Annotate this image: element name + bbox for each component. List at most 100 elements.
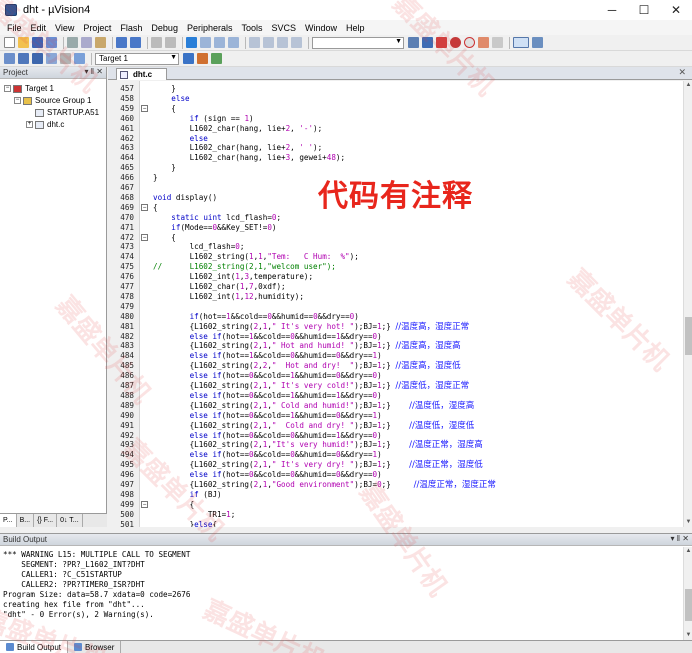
kill-breakpoints-icon[interactable] — [478, 37, 489, 48]
code-line[interactable]: 491 {L1602_string(2,1," Cold and dry! ")… — [108, 421, 678, 431]
code-line[interactable]: 458 else — [108, 94, 678, 104]
code-line[interactable]: 479 — [108, 302, 678, 312]
download-icon[interactable] — [74, 53, 85, 64]
manage-components-icon[interactable] — [211, 53, 222, 64]
menu-window[interactable]: Window — [305, 23, 337, 33]
search-icon[interactable] — [422, 37, 433, 48]
tree-expander-icon[interactable]: − — [4, 85, 11, 92]
uncomment-icon[interactable] — [291, 37, 302, 48]
code-line[interactable]: 488 else if(hot==0&&cold==1&&humid==1&&d… — [108, 391, 678, 401]
bookmark-icon[interactable] — [186, 37, 197, 48]
code-line[interactable]: 475 // L1602_string(2,1,"welcom user"); — [108, 262, 678, 272]
menu-view[interactable]: View — [55, 23, 74, 33]
code-line[interactable]: 459− { — [108, 104, 678, 114]
save-icon[interactable] — [32, 37, 43, 48]
code-line[interactable]: 489 {L1602_string(2,1," Cold and humid!"… — [108, 401, 678, 411]
scroll-down-icon[interactable]: ▼ — [684, 518, 692, 527]
tree-item-dht-c[interactable]: + dht.c — [26, 120, 64, 129]
panel-window-buttons[interactable]: ▾ ‖ ✕ — [671, 534, 689, 543]
target-select[interactable]: Target 1 ▼ — [95, 52, 179, 65]
minimize-button[interactable]: ─ — [596, 0, 628, 20]
code-line[interactable]: 460 if (sign == 1) — [108, 114, 678, 124]
scrollbar-thumb[interactable] — [685, 317, 692, 355]
undo-icon[interactable] — [116, 37, 127, 48]
copy-icon[interactable] — [81, 37, 92, 48]
menu-debug[interactable]: Debug — [151, 23, 178, 33]
redo-icon[interactable] — [130, 37, 141, 48]
project-panel-tab[interactable]: P... — [0, 514, 17, 527]
code-line[interactable]: 474 L1602_string(1,1,"Tem: C Hum: %"); — [108, 252, 678, 262]
translate-icon[interactable] — [4, 53, 15, 64]
find-combobox[interactable]: ▼ — [312, 36, 404, 49]
fold-toggle-icon[interactable]: − — [141, 104, 148, 112]
disable-all-breakpoints-icon[interactable] — [492, 37, 503, 48]
code-line[interactable]: 473 lcd_flash=0; — [108, 242, 678, 252]
fold-toggle-icon[interactable]: − — [141, 500, 148, 508]
tree-item-startup-a51[interactable]: STARTUP.A51 — [26, 108, 99, 117]
cut-icon[interactable] — [67, 37, 78, 48]
code-line[interactable]: 496 else if(hot==0&&cold==0&&humid==0&&d… — [108, 470, 678, 480]
breakpoint-icon[interactable] — [450, 37, 461, 48]
target-options-icon[interactable] — [183, 53, 194, 64]
build-panel-tab-browser[interactable]: Browser — [68, 641, 122, 653]
menu-edit[interactable]: Edit — [31, 23, 47, 33]
project-panel-tab[interactable]: 0↓ T... — [57, 514, 83, 527]
code-line[interactable]: 464 L1602_char(hang, lie+3, gewei+48); — [108, 153, 678, 163]
scrollbar-thumb[interactable] — [685, 589, 692, 621]
code-line[interactable]: 501 }else{ — [108, 520, 678, 527]
scroll-down-icon[interactable]: ▼ — [684, 631, 692, 640]
code-line[interactable]: 472− { — [108, 233, 678, 243]
menu-help[interactable]: Help — [346, 23, 365, 33]
code-line[interactable]: 478 L1602_int(1,12,humidity); — [108, 292, 678, 302]
save-all-icon[interactable] — [46, 37, 57, 48]
batch-build-icon[interactable] — [46, 53, 57, 64]
navigate-back-icon[interactable] — [151, 37, 162, 48]
editor-vertical-scrollbar[interactable]: ▲ ▼ — [683, 81, 692, 527]
tree-item-target-1[interactable]: − Target 1 — [4, 84, 54, 93]
debug-start-icon[interactable] — [436, 37, 447, 48]
find-in-files-icon[interactable] — [408, 37, 419, 48]
code-line[interactable]: 494 else if(hot==0&&cold==0&&humid==0&&d… — [108, 450, 678, 460]
file-extensions-icon[interactable] — [197, 53, 208, 64]
menu-peripherals[interactable]: Peripherals — [187, 23, 233, 33]
new-file-icon[interactable] — [4, 37, 15, 48]
code-line[interactable]: 484 else if(hot==1&&cold==0&&humid==0&&d… — [108, 351, 678, 361]
close-button[interactable]: ✕ — [660, 0, 692, 20]
editor-tab-dht-c[interactable]: dht.c — [116, 68, 168, 80]
paste-icon[interactable] — [95, 37, 106, 48]
fold-toggle-icon[interactable]: − — [141, 203, 148, 211]
window-layout-icon[interactable] — [513, 37, 529, 48]
tree-item-source-group-1[interactable]: − Source Group 1 — [14, 96, 91, 105]
code-line[interactable]: 490 else if(hot==0&&cold==1&&humid==0&&d… — [108, 411, 678, 421]
scroll-up-icon[interactable]: ▲ — [684, 547, 692, 556]
navigate-forward-icon[interactable] — [165, 37, 176, 48]
code-line[interactable]: 486 else if(hot==0&&cold==1&&humid==0&&d… — [108, 371, 678, 381]
stop-build-icon[interactable] — [60, 53, 71, 64]
unindent-icon[interactable] — [263, 37, 274, 48]
code-line[interactable]: 495 {L1602_string(2,1," It's very dry! "… — [108, 460, 678, 470]
tree-expander-icon[interactable]: − — [14, 97, 21, 104]
menu-flash[interactable]: Flash — [120, 23, 142, 33]
panel-window-buttons[interactable]: ▾ ‖ ✕ — [85, 67, 103, 76]
indent-icon[interactable] — [249, 37, 260, 48]
code-editor[interactable]: ▲ ▼ 457 } 458 else 459− {460 if (sign == 1… — [108, 81, 692, 527]
prev-bookmark-icon[interactable] — [200, 37, 211, 48]
code-line[interactable]: 500 TR1=1; — [108, 510, 678, 520]
build-panel-tab-build-output[interactable]: Build Output — [0, 641, 69, 653]
rebuild-icon[interactable] — [32, 53, 43, 64]
next-bookmark-icon[interactable] — [214, 37, 225, 48]
code-line[interactable]: 493 {L1602_string(2,1,"It's very humid!"… — [108, 440, 678, 450]
code-line[interactable]: 462 else — [108, 134, 678, 144]
project-panel-tab[interactable]: B... — [17, 514, 35, 527]
menu-file[interactable]: File — [7, 23, 22, 33]
code-line[interactable]: 471 if(Mode==0&&Key_SET!=0) — [108, 223, 678, 233]
scroll-up-icon[interactable]: ▲ — [684, 81, 692, 90]
build-output-scrollbar[interactable]: ▲ ▼ — [683, 547, 692, 640]
code-line[interactable]: 463 L1602_char(hang, lie+2, ' '); — [108, 143, 678, 153]
disable-breakpoint-icon[interactable] — [464, 37, 475, 48]
code-line[interactable]: 476 L1602_int(1,3,temperature); — [108, 272, 678, 282]
code-line[interactable]: 492 else if(hot==0&&cold==0&&humid==1&&d… — [108, 431, 678, 441]
code-line[interactable]: 457 } — [108, 84, 678, 94]
code-line[interactable]: 477 L1602_char(1,7,0xdf); — [108, 282, 678, 292]
close-tab-icon[interactable]: ✕ — [678, 67, 686, 78]
